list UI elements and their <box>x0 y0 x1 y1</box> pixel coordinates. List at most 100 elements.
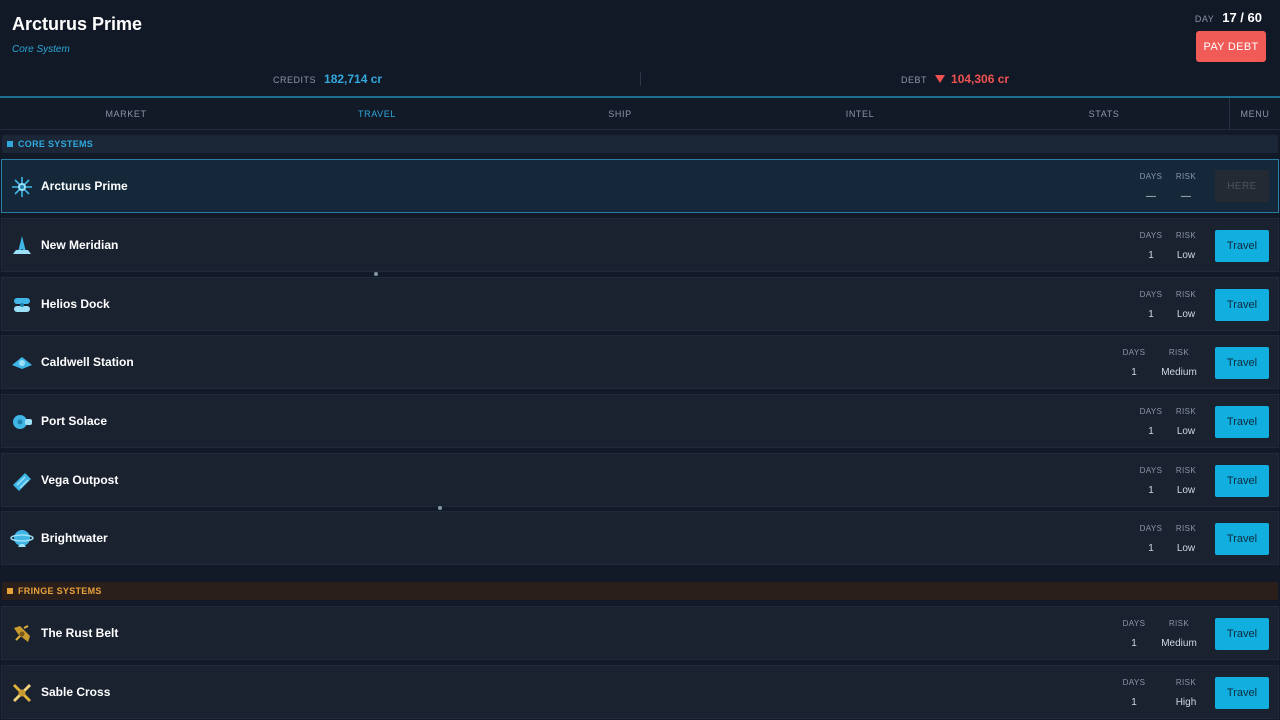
vega-station-icon <box>13 473 31 491</box>
current-location-name: Arcturus Prime <box>12 14 143 34</box>
core-systems-header: CORE SYSTEMS <box>2 135 1278 153</box>
risk-column: RISK High <box>1156 678 1216 708</box>
risk-column: RISK Low <box>1156 290 1216 320</box>
day-value: 17 / 60 <box>1222 10 1262 25</box>
solace-station-icon <box>13 415 32 429</box>
risk-value: Medium <box>1161 638 1197 649</box>
risk-label: RISK <box>1175 290 1197 299</box>
destination-row-vega-outpost: Vega Outpost DAYS 1 RISK Low Travel <box>1 453 1279 507</box>
credits-value: 182,714 cr <box>324 72 383 86</box>
destination-name: Brightwater <box>41 531 108 545</box>
travel-button[interactable]: Travel <box>1215 289 1269 321</box>
tab-intel[interactable]: INTEL <box>740 98 980 130</box>
destination-name: Arcturus Prime <box>41 179 128 193</box>
tab-stats[interactable]: STATS <box>984 98 1224 130</box>
days-label: DAYS <box>1122 348 1146 357</box>
risk-label: RISK <box>1175 172 1197 181</box>
risk-value: — <box>1181 191 1191 202</box>
risk-label: RISK <box>1168 619 1190 628</box>
destination-row-the-rust-belt: The Rust Belt DAYS 1 RISK Medium Travel <box>1 606 1279 660</box>
credits-display: CREDITS 182,714 cr <box>273 72 382 86</box>
fringe-section-marker-icon <box>7 588 13 594</box>
days-column: DAYS 1 <box>1114 348 1154 378</box>
destination-name: Sable Cross <box>41 685 111 699</box>
risk-column: RISK Medium <box>1149 619 1209 649</box>
days-value: 1 <box>1131 697 1137 708</box>
destination-row-port-solace: Port Solace DAYS 1 RISK Low Travel <box>1 394 1279 448</box>
star-speck <box>438 506 442 510</box>
day-counter: DAY 17 / 60 <box>1195 10 1262 25</box>
risk-value: Medium <box>1161 367 1197 378</box>
risk-label: RISK <box>1175 231 1197 240</box>
core-systems-title: CORE SYSTEMS <box>18 139 94 149</box>
risk-column: RISK Low <box>1156 466 1216 496</box>
destination-row-arcturus-prime: Arcturus Prime DAYS — RISK — HERE <box>1 159 1279 213</box>
debt-down-arrow-icon <box>935 75 946 83</box>
days-value: 1 <box>1131 638 1137 649</box>
destination-name: The Rust Belt <box>41 626 119 640</box>
meridian-station-icon <box>13 236 31 254</box>
debt-value: 104,306 cr <box>951 72 1010 86</box>
here-button: HERE <box>1215 170 1269 202</box>
travel-button[interactable]: Travel <box>1215 677 1269 709</box>
risk-value: Low <box>1176 426 1196 437</box>
days-column: DAYS 1 <box>1114 619 1154 649</box>
debt-display: DEBT 104,306 cr <box>901 72 1009 86</box>
risk-column: RISK Medium <box>1149 348 1209 378</box>
pay-debt-button[interactable]: PAY DEBT <box>1196 31 1266 62</box>
risk-value: Low <box>1176 485 1196 496</box>
days-label: DAYS <box>1122 619 1146 628</box>
risk-label: RISK <box>1175 407 1197 416</box>
risk-value: Low <box>1176 309 1196 320</box>
day-label: DAY <box>1194 14 1215 24</box>
risk-value: High <box>1175 697 1197 708</box>
destination-name: New Meridian <box>41 238 119 252</box>
travel-button[interactable]: Travel <box>1215 406 1269 438</box>
nav-tabs: MARKET TRAVEL SHIP INTEL STATS MENU <box>0 98 1280 130</box>
risk-label: RISK <box>1175 524 1197 533</box>
stat-divider <box>640 72 641 86</box>
risk-column: RISK — <box>1156 172 1216 202</box>
destination-row-sable-cross: Sable Cross DAYS 1 RISK High Travel <box>1 665 1279 719</box>
tab-travel[interactable]: TRAVEL <box>257 98 497 130</box>
destination-name: Caldwell Station <box>41 355 134 369</box>
core-section-marker-icon <box>7 141 13 147</box>
helios-station-icon <box>14 298 30 312</box>
current-location-subtitle: Core System <box>12 44 70 55</box>
destination-row-caldwell-station: Caldwell Station DAYS 1 RISK Medium Trav… <box>1 335 1279 389</box>
arcturus-station-icon <box>12 177 32 197</box>
travel-button[interactable]: Travel <box>1215 465 1269 497</box>
risk-column: RISK Low <box>1156 524 1216 554</box>
destination-name: Port Solace <box>41 414 108 428</box>
risk-column: RISK Low <box>1156 407 1216 437</box>
days-label: DAYS <box>1122 678 1146 687</box>
star-speck <box>374 272 378 276</box>
travel-button[interactable]: Travel <box>1215 523 1269 555</box>
days-column: DAYS 1 <box>1114 678 1154 708</box>
sable-cross-station-icon <box>13 684 31 702</box>
travel-button[interactable]: Travel <box>1215 230 1269 262</box>
debt-label: DEBT <box>901 75 928 85</box>
risk-column: RISK Low <box>1156 231 1216 261</box>
travel-button[interactable]: Travel <box>1215 347 1269 379</box>
risk-label: RISK <box>1175 466 1197 475</box>
fringe-systems-title: FRINGE SYSTEMS <box>18 586 102 596</box>
days-value: 1 <box>1131 367 1137 378</box>
risk-label: RISK <box>1168 348 1190 357</box>
destination-row-brightwater: Brightwater DAYS 1 RISK Low Travel <box>1 511 1279 565</box>
caldwell-station-icon <box>12 357 32 369</box>
destination-row-new-meridian: New Meridian DAYS 1 RISK Low Travel <box>1 218 1279 272</box>
risk-value: Low <box>1176 543 1196 554</box>
brightwater-station-icon <box>10 530 34 547</box>
destination-name: Vega Outpost <box>41 473 119 487</box>
menu-button[interactable]: MENU <box>1230 98 1280 130</box>
tab-market[interactable]: MARKET <box>6 98 246 130</box>
top-bar: Arcturus Prime Core System DAY 17 / 60 P… <box>0 0 1280 98</box>
rust-belt-station-icon <box>14 625 30 642</box>
travel-button[interactable]: Travel <box>1215 618 1269 650</box>
destination-row-helios-dock: Helios Dock DAYS 1 RISK Low Travel <box>1 277 1279 331</box>
risk-value: Low <box>1176 250 1196 261</box>
tab-ship[interactable]: SHIP <box>500 98 740 130</box>
destination-name: Helios Dock <box>41 297 110 311</box>
credits-label: CREDITS <box>273 75 317 85</box>
